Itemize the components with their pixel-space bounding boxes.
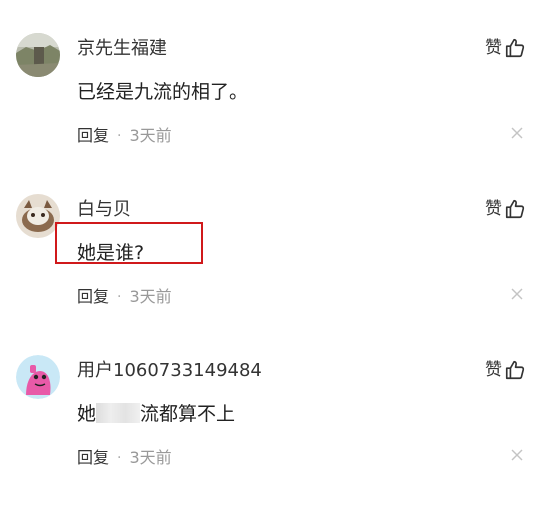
reply-button[interactable]: 回复 <box>77 286 109 308</box>
highlight-box <box>55 222 203 264</box>
like-label: 赞 <box>485 360 502 380</box>
comment-item: 用户1060733149484 赞 她 流都算不上 回复 · 3天前 <box>0 355 560 515</box>
timestamp: 3天前 <box>129 448 172 467</box>
username[interactable]: 用户1060733149484 <box>77 359 262 383</box>
like-button[interactable]: 赞 <box>485 197 526 221</box>
user-avatar[interactable] <box>16 355 60 399</box>
username[interactable]: 白与贝 <box>77 198 131 222</box>
comment-text-end: 流都算不上 <box>140 403 236 425</box>
thumbs-up-icon <box>505 199 525 219</box>
thumbs-up-icon <box>505 360 525 380</box>
timestamp: 3天前 <box>129 287 172 306</box>
like-label: 赞 <box>485 199 502 219</box>
redacted-text <box>96 402 141 423</box>
comment-meta: 回复 · 3天前 <box>77 125 172 147</box>
user-avatar[interactable] <box>16 33 60 77</box>
separator-dot: · <box>117 128 122 144</box>
comment-item: 白与贝 赞 她是谁? 回复 · 3天前 <box>0 194 560 354</box>
like-label: 赞 <box>485 38 502 58</box>
reply-button[interactable]: 回复 <box>77 447 109 469</box>
timestamp: 3天前 <box>129 126 172 145</box>
reply-button[interactable]: 回复 <box>77 125 109 147</box>
user-avatar[interactable] <box>16 194 60 238</box>
close-icon[interactable] <box>510 448 524 462</box>
close-icon[interactable] <box>510 287 524 301</box>
separator-dot: · <box>117 289 122 305</box>
comment-meta: 回复 · 3天前 <box>77 286 172 308</box>
username[interactable]: 京先生福建 <box>77 37 167 61</box>
comment-item: 京先生福建 赞 已经是九流的相了。 回复 · 3天前 <box>0 33 560 193</box>
like-button[interactable]: 赞 <box>485 36 526 60</box>
separator-dot: · <box>117 450 122 466</box>
comment-text: 已经是九流的相了。 <box>77 81 249 103</box>
comment-meta: 回复 · 3天前 <box>77 447 172 469</box>
thumbs-up-icon <box>505 38 525 58</box>
close-icon[interactable] <box>510 126 524 140</box>
like-button[interactable]: 赞 <box>485 358 526 382</box>
comment-text-start: 她 <box>77 403 97 425</box>
comment-text: 她 流都算不上 <box>77 401 235 427</box>
